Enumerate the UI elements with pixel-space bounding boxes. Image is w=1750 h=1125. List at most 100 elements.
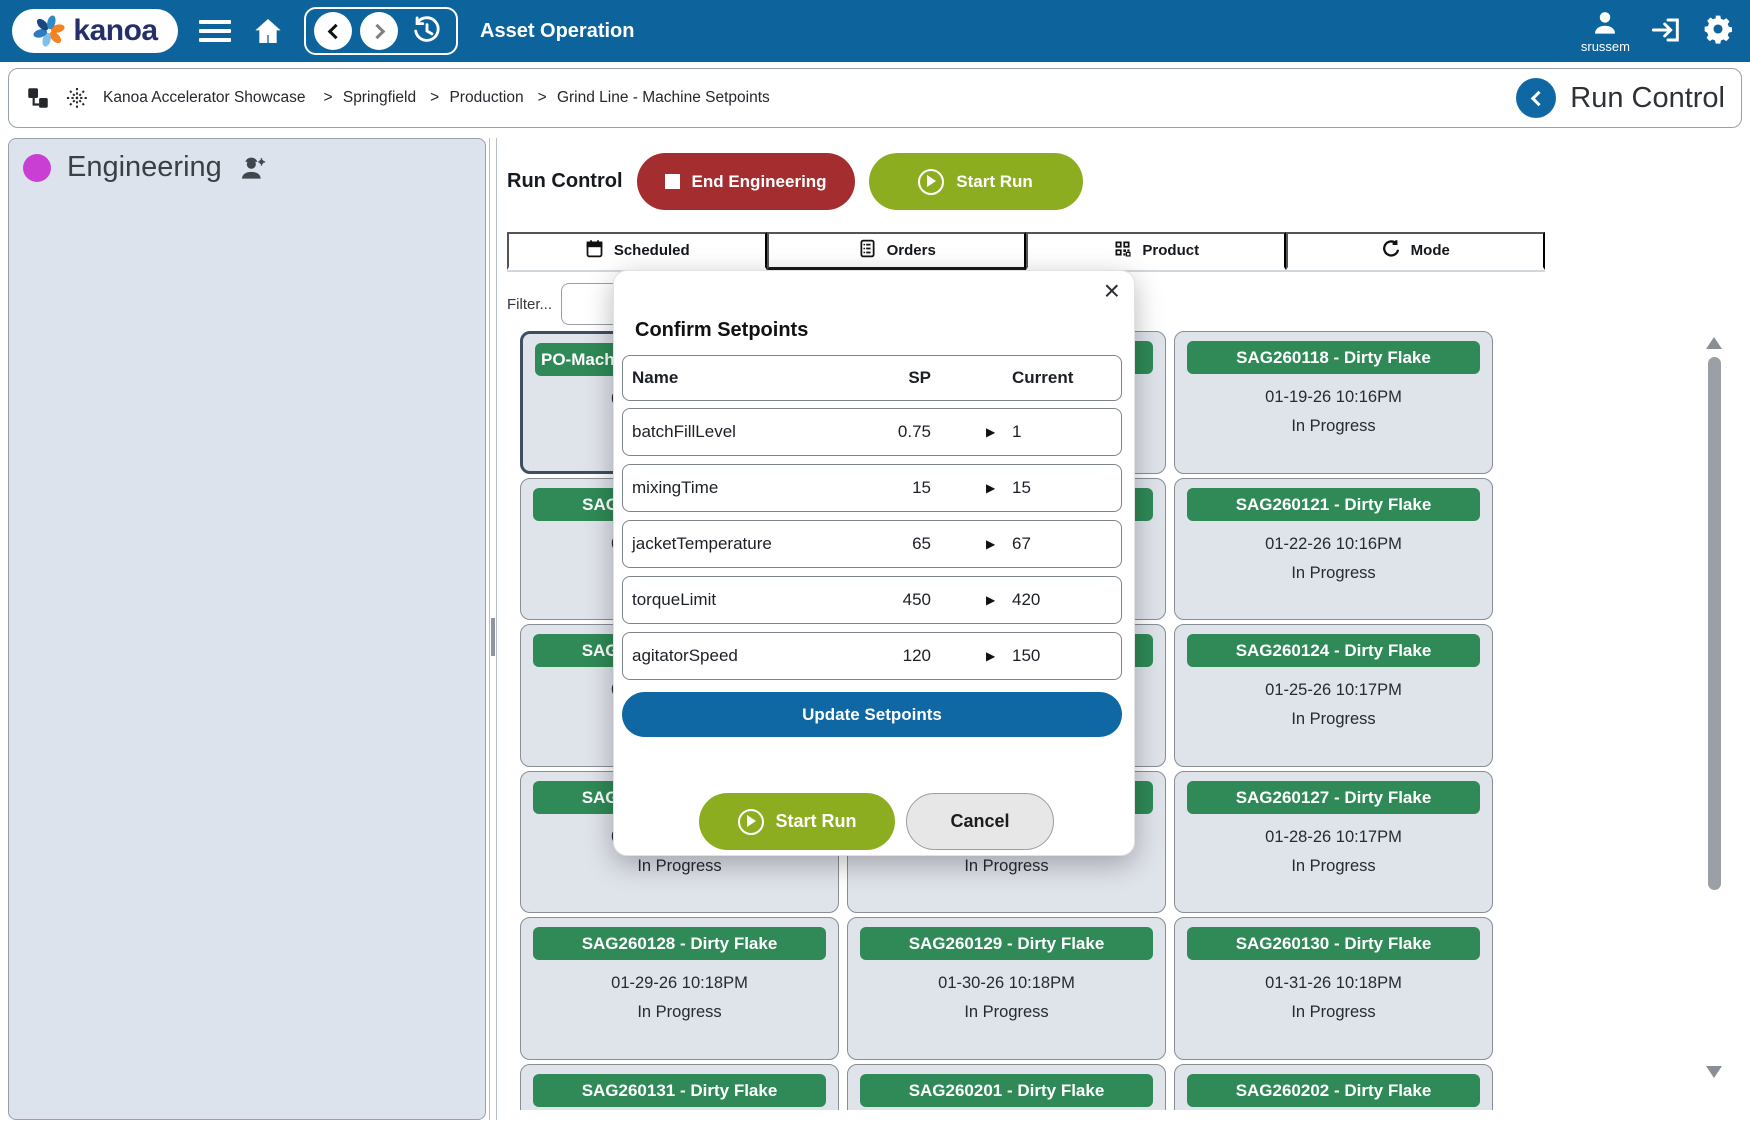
order-card-datetime: 01-19-26 10:16PM [1265, 388, 1402, 407]
order-card-datetime: 01-22-26 10:16PM [1265, 535, 1402, 554]
orders-list-icon [857, 238, 878, 263]
history-icon[interactable] [406, 10, 448, 52]
order-card[interactable]: SAG260121 - Dirty Flake01-22-26 10:16PMI… [1174, 478, 1493, 621]
project-hierarchy-icon[interactable] [25, 85, 51, 111]
setpoint-row[interactable]: batchFillLevel0.75▶1 [622, 408, 1122, 456]
arrow-right-icon: ▶ [986, 425, 1000, 439]
setpoint-name: torqueLimit [632, 590, 841, 610]
setpoints-table-header: Name SP Current [622, 355, 1122, 401]
order-card[interactable]: SAG260127 - Dirty Flake01-28-26 10:17PMI… [1174, 771, 1493, 914]
play-icon [918, 169, 944, 195]
order-card-title: SAG260201 - Dirty Flake [860, 1074, 1153, 1107]
order-card-status: In Progress [637, 1003, 721, 1022]
cancel-button[interactable]: Cancel [906, 793, 1054, 850]
end-engineering-button[interactable]: End Engineering [637, 153, 855, 210]
kanoa-logo[interactable]: kanoa [12, 9, 178, 53]
panel-title: Run Control [1570, 82, 1725, 115]
setpoint-row[interactable]: jacketTemperature65▶67 [622, 520, 1122, 568]
order-card-title: SAG260118 - Dirty Flake [1187, 341, 1480, 374]
order-card-status: In Progress [1291, 1003, 1375, 1022]
back-icon[interactable] [314, 12, 352, 50]
asterisk-icon[interactable] [65, 86, 89, 110]
arrow-right-icon: ▶ [986, 481, 1000, 495]
tab-mode[interactable]: Mode [1286, 232, 1546, 270]
user-menu[interactable]: srussem [1581, 8, 1630, 54]
forward-icon[interactable] [360, 12, 398, 50]
run-control-header-row: Run Control End Engineering Start Run [507, 153, 1083, 210]
engineering-status-dot [23, 154, 51, 182]
order-card-datetime: 01-25-26 10:17PM [1265, 681, 1402, 700]
arrow-right-icon: ▶ [986, 649, 1000, 663]
kanoa-logo-text: kanoa [73, 14, 157, 48]
calendar-icon [584, 238, 605, 263]
order-card[interactable]: SAG260128 - Dirty Flake01-29-26 10:18PMI… [520, 917, 839, 1060]
confirm-setpoints-modal: × Confirm Setpoints Name SP Current batc… [613, 270, 1135, 856]
breadcrumb-separator: > [323, 89, 332, 106]
play-icon [738, 809, 764, 835]
collapse-panel-icon[interactable] [1516, 78, 1556, 118]
order-card-status: In Progress [1291, 564, 1375, 583]
order-card-status: In Progress [1291, 857, 1375, 876]
order-card[interactable]: SAG260130 - Dirty Flake 01-31-26 10:18PM I… [1174, 917, 1493, 1060]
order-card-status: In Progress [964, 1003, 1048, 1022]
splitter-handle-icon [491, 618, 495, 656]
stop-icon [665, 174, 680, 189]
scroll-up-icon[interactable] [1706, 337, 1722, 349]
setpoint-row[interactable]: mixingTime15▶15 [622, 464, 1122, 512]
panel-splitter[interactable] [489, 138, 497, 1120]
setpoint-current-value: 1 [1012, 422, 1112, 442]
order-card-datetime: 01-30-26 10:18PM [938, 974, 1075, 993]
breadcrumb-root[interactable]: Kanoa Accelerator Showcase [103, 89, 305, 107]
order-card[interactable]: SAG260131 - Dirty Flake02-01-26 10:18PMI… [520, 1064, 839, 1111]
scroll-down-icon[interactable] [1706, 1066, 1722, 1078]
breadcrumb-item[interactable]: > Grind Line - Machine Setpoints [538, 89, 770, 106]
order-card[interactable]: SAG260201 - Dirty Flake02-02-26 10:18PMI… [847, 1064, 1166, 1111]
page-title: Asset Operation [480, 20, 634, 43]
order-card[interactable]: SAG260129 - Dirty Flake 01-30-26 10:18PM I… [847, 917, 1166, 1060]
setpoint-current-value: 150 [1012, 646, 1112, 666]
close-icon[interactable]: × [1104, 275, 1120, 307]
engineer-icon [238, 152, 270, 184]
user-icon [1590, 8, 1620, 38]
scrollbar-thumb[interactable] [1708, 357, 1721, 890]
order-card[interactable]: SAG260124 - Dirty Flake01-25-26 10:17PMI… [1174, 624, 1493, 767]
setpoint-name: batchFillLevel [632, 422, 841, 442]
modal-title: Confirm Setpoints [635, 319, 808, 342]
tab-product[interactable]: Product [1026, 232, 1286, 270]
order-card[interactable]: SAG260118 - Dirty Flake 01-19-26 10:16PM I… [1174, 331, 1493, 474]
modal-start-run-button[interactable]: Start Run [699, 793, 895, 850]
order-card-status: In Progress [1291, 710, 1375, 729]
username-label: srussem [1581, 39, 1630, 54]
order-card-title: SAG260129 - Dirty Flake [860, 927, 1153, 960]
logout-icon[interactable] [1650, 14, 1682, 46]
home-icon[interactable] [248, 11, 288, 51]
order-card-status: In Progress [1291, 417, 1375, 436]
menu-icon[interactable] [196, 16, 234, 46]
breadcrumb-separator: > [538, 89, 547, 106]
setpoint-current-value: 420 [1012, 590, 1112, 610]
order-card-datetime: 01-31-26 10:18PM [1265, 974, 1402, 993]
order-card[interactable]: SAG260202 - Dirty Flake02-03-26 10:18PMI… [1174, 1064, 1493, 1111]
engineering-mode-row[interactable]: Engineering [23, 151, 471, 184]
setpoint-name: mixingTime [632, 478, 841, 498]
tab-scheduled[interactable]: Scheduled [507, 232, 767, 270]
arrow-right-icon: ▶ [986, 537, 1000, 551]
tab-orders[interactable]: Orders [767, 232, 1027, 270]
setpoint-row[interactable]: agitatorSpeed120▶150 [622, 632, 1122, 680]
breadcrumb-item[interactable]: > Production [430, 89, 523, 106]
arrow-right-icon: ▶ [986, 593, 1000, 607]
breadcrumb-separator: > [430, 89, 439, 106]
order-card-title: SAG260127 - Dirty Flake [1187, 781, 1480, 814]
breadcrumb-item[interactable]: > Springfield [323, 89, 416, 106]
qr-code-icon [1112, 238, 1133, 263]
settings-gear-icon[interactable] [1702, 13, 1734, 45]
setpoint-sp-value: 15 [841, 478, 931, 498]
setpoint-row[interactable]: torqueLimit450▶420 [622, 576, 1122, 624]
kanoa-logo-icon [32, 14, 66, 48]
engineering-mode-label: Engineering [67, 151, 222, 184]
update-setpoints-button[interactable]: Update Setpoints [622, 692, 1122, 737]
order-card-title: SAG260130 - Dirty Flake [1187, 927, 1480, 960]
start-run-button[interactable]: Start Run [869, 153, 1083, 210]
order-card-datetime: 01-29-26 10:18PM [611, 974, 748, 993]
order-card-status: In Progress [964, 857, 1048, 876]
